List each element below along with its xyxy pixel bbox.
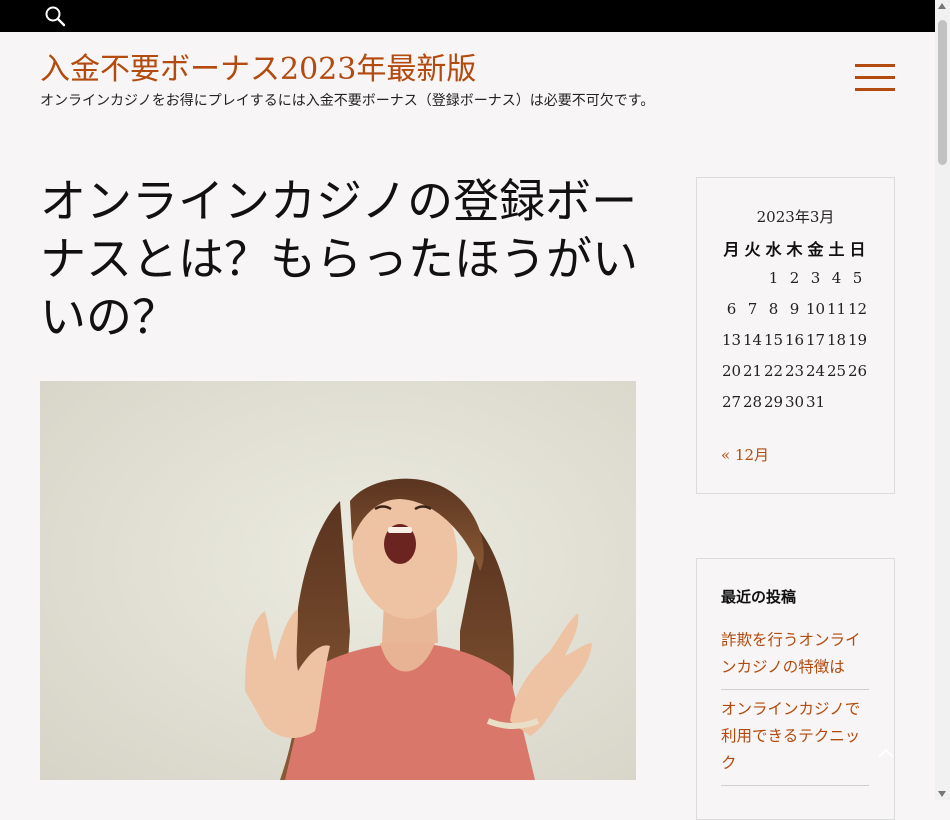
woman-celebrating-photo: [40, 381, 636, 780]
weekday-header: 日: [849, 240, 866, 259]
chevron-up-icon[interactable]: [877, 744, 895, 758]
calendar-day: 17: [805, 330, 826, 349]
calendar-day: 23: [784, 361, 805, 380]
calendar-day: 31: [805, 392, 826, 411]
post-featured-image[interactable]: [40, 381, 636, 780]
calendar-prev-month-link[interactable]: « 12月: [721, 444, 769, 465]
weekday-header: 火: [744, 240, 761, 259]
calendar-day: 26: [847, 361, 868, 380]
scroll-up-arrow-icon[interactable]: [938, 3, 946, 9]
calendar-day: 13: [721, 330, 742, 349]
recent-post-link[interactable]: オンラインカジノで利用できるテクニック: [721, 700, 860, 772]
calendar-day: 16: [784, 330, 805, 349]
calendar-day: 2: [789, 268, 800, 287]
calendar-day: [721, 262, 742, 293]
hamburger-menu-icon[interactable]: [855, 64, 895, 92]
calendar-day: 21: [742, 361, 763, 380]
calendar-day: 6: [726, 299, 737, 318]
scrollbar-thumb[interactable]: [938, 20, 947, 165]
calendar-day: 8: [768, 299, 779, 318]
weekday-header: 金: [807, 240, 824, 259]
calendar-day: 25: [826, 361, 847, 380]
calendar-day: 15: [763, 330, 784, 349]
recent-posts-widget: 最近の投稿 詐欺を行うオンラインカジノの特徴は オンラインカジノで利用できるテク…: [696, 558, 895, 820]
calendar-day: 27: [721, 392, 742, 411]
calendar-day: 14: [742, 330, 763, 349]
weekday-header: 木: [786, 240, 803, 259]
calendar-day: 12: [847, 299, 868, 318]
search-icon[interactable]: [44, 5, 66, 27]
calendar-day: 1: [768, 268, 779, 287]
weekday-header: 月: [723, 240, 740, 259]
calendar-day: 3: [810, 268, 821, 287]
recent-posts-list: 詐欺を行うオンラインカジノの特徴は オンラインカジノで利用できるテクニック: [721, 621, 869, 786]
calendar-day: [826, 386, 847, 417]
calendar-day: 7: [747, 299, 758, 318]
calendar-table: 月 火 水 木 金 土 日 1 2 3 4 5 6 7 8 9 10 11 12…: [721, 234, 868, 417]
calendar-day: [742, 262, 763, 293]
calendar-day: 4: [831, 268, 842, 287]
recent-posts-title: 最近の投稿: [721, 588, 797, 606]
post-title[interactable]: オンラインカジノの登録ボーナスとは？もらったほうがいいの？: [40, 172, 640, 346]
calendar-widget: 2023年3月 月 火 水 木 金 土 日 1 2 3 4 5 6 7 8 9 …: [696, 177, 895, 494]
list-item: 詐欺を行うオンラインカジノの特徴は: [721, 621, 869, 690]
calendar-day: 5: [852, 268, 863, 287]
weekday-header: 水: [765, 240, 782, 259]
calendar-caption: 2023年3月: [756, 208, 835, 226]
weekday-header: 土: [828, 240, 845, 259]
site-title[interactable]: 入金不要ボーナス2023年最新版: [40, 44, 476, 88]
calendar-day: 11: [826, 299, 847, 318]
calendar-day: 29: [763, 392, 784, 411]
calendar-day: 10: [805, 299, 826, 318]
calendar-day: 18: [826, 330, 847, 349]
calendar-day: 24: [805, 361, 826, 380]
calendar-day: 19: [847, 330, 868, 349]
recent-post-link[interactable]: 詐欺を行うオンラインカジノの特徴は: [721, 631, 861, 676]
calendar-day: 20: [721, 361, 742, 380]
vertical-scrollbar[interactable]: [935, 0, 950, 800]
top-bar: [0, 0, 935, 32]
calendar-day: 9: [789, 299, 800, 318]
site-tagline: オンラインカジノをお得にプレイするには入金不要ボーナス（登録ボーナス）は必要不可…: [40, 93, 655, 109]
calendar-day: 28: [742, 392, 763, 411]
scroll-down-arrow-icon[interactable]: [938, 791, 946, 797]
calendar-day: [847, 386, 868, 417]
list-item: オンラインカジノで利用できるテクニック: [721, 690, 869, 786]
calendar-day: 22: [763, 361, 784, 380]
calendar-day: 30: [784, 392, 805, 411]
